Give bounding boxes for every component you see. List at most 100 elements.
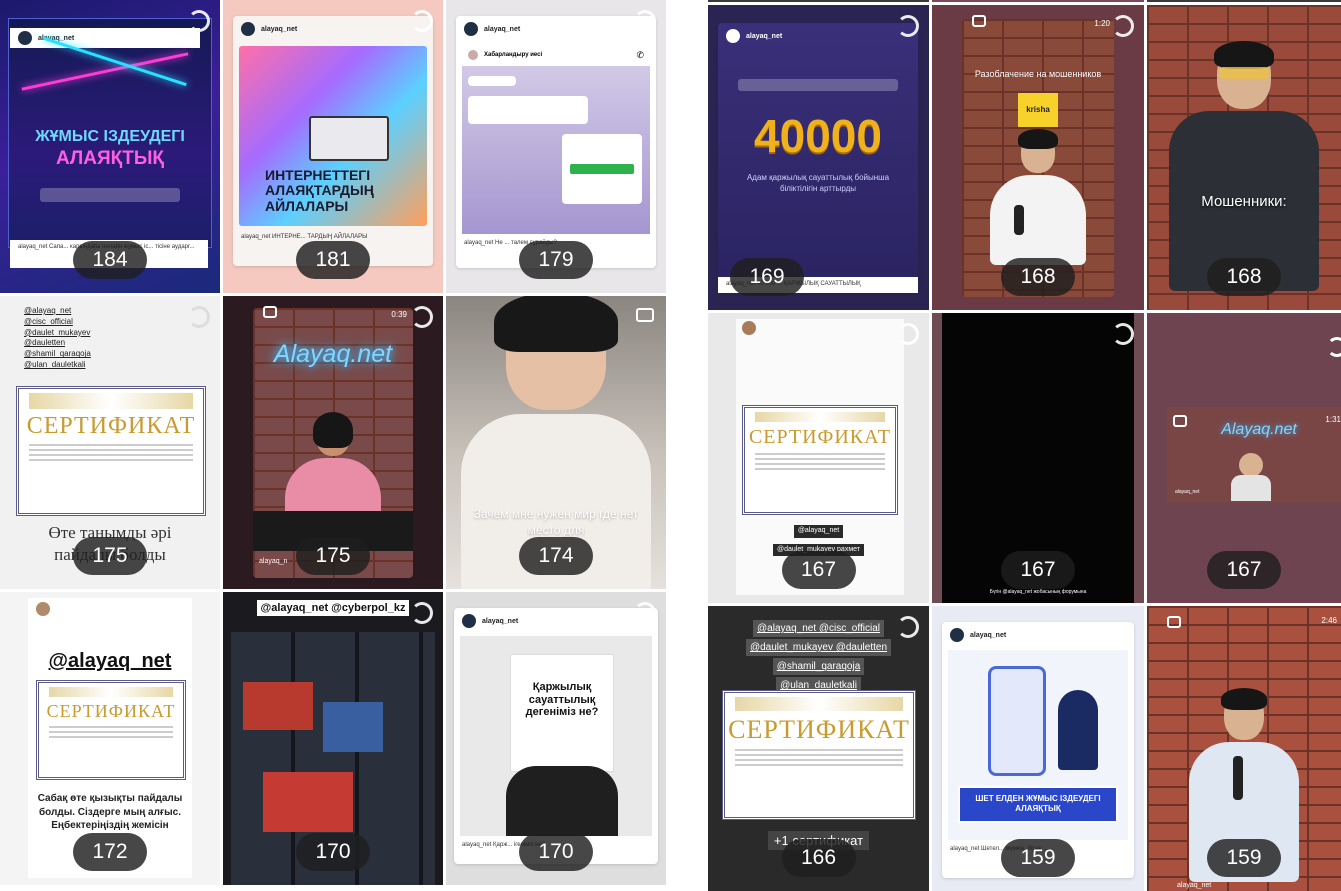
neon-sign: Alayaq.net [273,340,393,368]
person [990,129,1086,265]
story-tile[interactable]: alayaq_net ЖҰМЫС ІЗДЕУДЕГІ АЛАЯҚТЫҚ alay… [0,0,220,293]
story-tile[interactable]: @alayaq_net @cisc_official @daulet_mukay… [708,606,929,891]
username: alayaq_net [970,631,1007,639]
loading-icon [1327,337,1341,357]
partner-logos [40,188,180,202]
chat-header: Хабарландыру иесі ✆ [462,44,650,66]
person [506,766,618,836]
story-tile[interactable]: alayaq_net Хабарландыру иесі ✆ alayaq_ne… [446,0,666,293]
reply-count: 175 [296,537,370,575]
microphone-icon [1233,756,1243,800]
mention-bar: @alayaq_net @cyberpol_kz [223,600,443,616]
reply-count: 172 [73,833,147,871]
loading-icon [897,616,919,638]
mention: @ulan_dauletkali [24,359,86,369]
story-tile[interactable]: @alayaq_net @cyberpol_kz 170 [223,592,443,885]
certificate-title: СЕРТИФИКАТ [46,701,176,721]
reel-tile[interactable]: 1:20 Разоблачение на мошенников krisha 1… [932,5,1144,310]
username: alayaq_net [484,25,521,33]
story-text: Сабақ өте қызықты пайдалы болды. Сіздерг… [37,793,183,831]
thief-figure [1058,690,1098,770]
story-tile[interactable]: Бүгін @alayaq_net жобасының форумына 167 [932,313,1144,603]
reply-count: 175 [73,537,147,575]
certificate-image: СЕРТИФИКАТ [722,690,916,820]
story-text: Мошенники: [1201,193,1287,210]
video-duration: 0:39 [391,310,407,319]
post-header: alayaq_net [456,16,656,42]
payment-screenshot [562,134,642,204]
held-sign: Қаржылық сауаттылық дегеніміз не? [510,654,614,772]
call-icon: ✆ [636,49,644,60]
certificate-title: СЕРТИФИКАТ [728,715,910,744]
title-line-2: АЛАЯҚТЫҚ [55,148,165,169]
certificate-image: СЕРТИФИКАТ [36,680,186,780]
mention: @alayaq_net [24,306,72,315]
mention: @daulet_mukayev @dauletten [745,639,892,656]
avatar [950,628,964,642]
reply-count: 169 [730,258,804,296]
mention: @daulet_mukayev [24,327,91,337]
right-grid: alayaq_net 40000 Адам қаржылық сауаттылы… [708,0,1341,891]
reel-tile[interactable]: 1:31 Alayaq.net alayaq_net 167 [1147,313,1341,603]
loading-icon [634,602,656,624]
mention: @dauletten [24,338,66,348]
reply-count: 168 [1001,258,1075,296]
loading-icon [411,10,433,32]
sign-title: Қаржылық сауаттылық дегеніміз не? [525,681,599,719]
loading-icon [1112,15,1134,37]
banner-text: Разоблачение на мошенников [974,69,1102,79]
loading-icon [411,602,433,624]
big-number: 40000 [754,110,882,162]
avatar [36,602,50,616]
story-tile[interactable]: @alayaq_net СЕРТИФИКАТ Сабақ өте қызықты… [0,592,220,885]
reel-icon [1167,616,1181,628]
reel-tile[interactable]: Зачем мне нужен мир где нет место для 17… [446,296,666,589]
certificate-image: СЕРТИФИКАТ [16,386,206,516]
username: alayaq_net [1175,489,1200,495]
mention: @shamil_qaraqoja [24,349,91,359]
mention: @alayaq_net [793,525,844,538]
post-header: alayaq_net [718,23,918,49]
avatar [241,22,255,36]
mention-list: @alayaq_net @cisc_official @daulet_mukay… [24,306,91,371]
reply-count: 181 [296,241,370,279]
avatar [18,31,32,45]
loading-icon [411,306,433,328]
chat-bubble [468,96,588,124]
post-header: alayaq_net [454,608,658,634]
reel-tile[interactable]: Мошенники: 168 [1147,5,1341,310]
video-duration: 2:46 [1321,616,1337,625]
username: alayaq_net [261,25,298,33]
sign: krisha [1018,93,1058,127]
video-duration: 1:20 [1094,19,1110,28]
certificate-title: СЕРТИФИКАТ [26,413,196,439]
chat-bubble [468,76,516,86]
story-tile[interactable]: alayaq_net Қаржылық сауаттылық дегеніміз… [446,592,666,885]
mention: @shamil_qaraqoja [772,658,865,675]
story-tile[interactable]: alayaq_net 40000 Адам қаржылық сауаттылы… [708,5,929,310]
reply-count: 184 [73,241,147,279]
title-line-1: ЖҰМЫС ІЗДЕУДЕГІ [35,128,185,145]
mention-title: @alayaq_net [48,650,172,672]
story-text: Зачем мне нужен мир где нет место для [473,507,639,538]
reel-icon [972,15,986,27]
username: alayaq_n [259,558,288,565]
reply-count: 168 [1207,258,1281,296]
story-tile[interactable]: @alayaq_net @cisc_official @daulet_mukay… [0,296,220,589]
reel-tile[interactable]: 2:46 alayaq_net 159 [1147,606,1341,891]
reel-tile[interactable]: 0:39 Alayaq.net alayaq_n 175 [223,296,443,589]
reply-count: 159 [1207,839,1281,877]
reply-count: 167 [781,551,856,589]
loading-icon [634,10,656,32]
story-tile[interactable]: alayaq_net ШЕТ ЕЛДЕН ЖҰМЫС ІЗДЕУДЕГІ АЛА… [932,606,1144,891]
microphone-icon [1014,205,1024,235]
loading-icon [188,306,210,328]
story-tile[interactable]: СЕРТИФИКАТ @alayaq_net @daulet_mukayev р… [708,313,929,603]
loading-icon [1112,323,1134,345]
loading-icon [897,15,919,37]
reel-icon [263,306,277,318]
post-header: alayaq_net [942,622,1134,648]
story-tile[interactable]: alayaq_net ИНТЕРНЕТТЕГІ АЛАЯҚТАРДЫҢ АЙЛА… [223,0,443,293]
reply-count: 167 [1001,551,1075,589]
avatar [742,321,756,335]
